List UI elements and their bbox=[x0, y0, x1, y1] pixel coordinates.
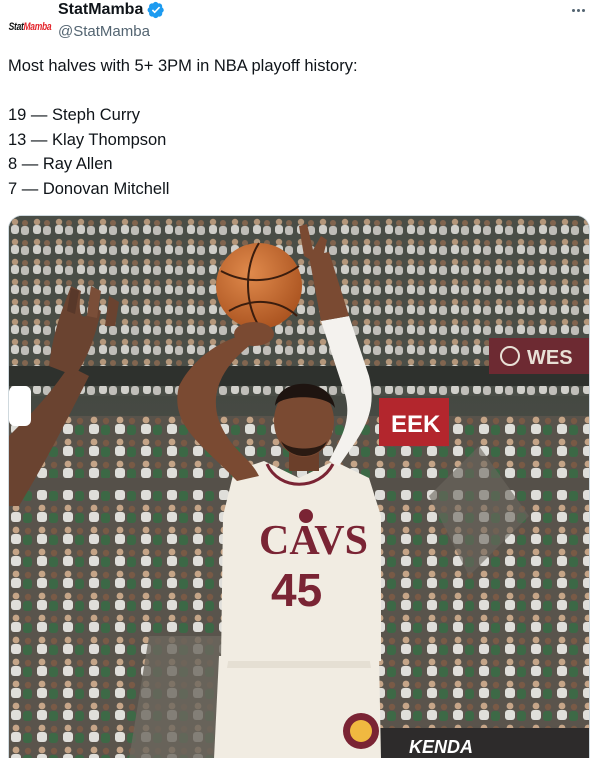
more-horizontal-icon[interactable] bbox=[566, 0, 590, 20]
author-handle[interactable]: @StatMamba bbox=[58, 22, 165, 42]
floor-ad-text: KENDA bbox=[409, 737, 473, 757]
banner-text: WES bbox=[527, 347, 573, 369]
display-name[interactable]: StatMamba bbox=[58, 1, 143, 19]
list-item: 7 — Donovan Mitchell bbox=[8, 179, 170, 198]
photo-illustration: WES EEK KENDA CAVS 45 bbox=[9, 216, 589, 758]
verified-badge-icon bbox=[147, 1, 165, 19]
jersey-number: 45 bbox=[271, 564, 322, 616]
avatar-logo: StatMamba bbox=[8, 19, 52, 33]
list-item: 13 — Klay Thompson bbox=[8, 130, 167, 149]
tweet-headline: Most halves with 5+ 3PM in NBA playoff h… bbox=[8, 57, 358, 75]
jersey-team: CAVS bbox=[259, 518, 368, 564]
tweet-photo[interactable]: WES EEK KENDA CAVS 45 bbox=[8, 215, 590, 758]
avatar[interactable]: StatMamba bbox=[8, 4, 52, 48]
name-row: StatMamba bbox=[58, 0, 165, 20]
list-item: 19 — Steph Curry bbox=[8, 106, 141, 124]
author-block: StatMamba @StatMamba bbox=[58, 0, 165, 40]
list-item: 8 — Ray Allen bbox=[8, 155, 113, 173]
tweet: StatMamba StatMamba @StatMamba Most halv… bbox=[0, 0, 600, 758]
banner-text: EEK bbox=[391, 411, 441, 438]
tweet-text: Most halves with 5+ 3PM in NBA playoff h… bbox=[8, 54, 588, 201]
